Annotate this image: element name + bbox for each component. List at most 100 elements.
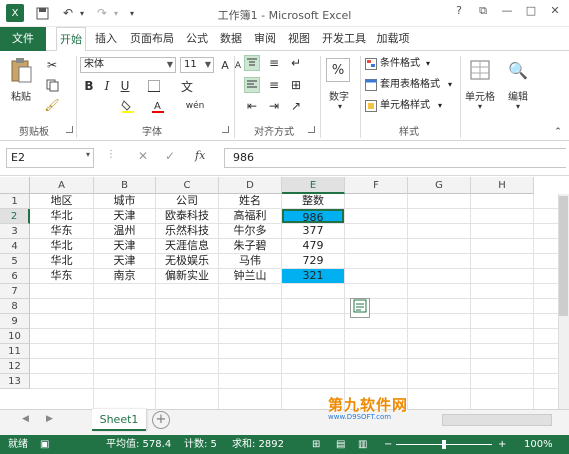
table-cell[interactable]: 牛尔多 xyxy=(219,224,281,238)
increase-indent-icon[interactable]: ⇥ xyxy=(266,98,282,114)
align-left-icon[interactable] xyxy=(244,77,260,93)
merge-cells-icon[interactable]: ⊞ xyxy=(288,77,304,93)
table-cell[interactable]: 无极娱乐 xyxy=(156,254,218,268)
scrollbar-thumb[interactable] xyxy=(559,196,568,316)
header-cell[interactable]: 姓名 xyxy=(219,194,281,208)
bold-icon[interactable]: B xyxy=(82,78,96,94)
increase-font-icon[interactable]: A xyxy=(218,57,232,73)
column-header[interactable]: H xyxy=(471,177,534,194)
row-header[interactable]: 7 xyxy=(0,284,30,299)
row-header[interactable]: 6 xyxy=(0,269,30,284)
sheet-tab[interactable]: Sheet1 xyxy=(92,409,146,431)
page-layout-view-icon[interactable]: ▤ xyxy=(336,435,345,454)
row-header[interactable]: 4 xyxy=(0,239,30,254)
table-cell[interactable]: 乐然科技 xyxy=(156,224,218,238)
table-cell[interactable]: 华东 xyxy=(30,224,93,238)
table-cell[interactable]: 南京 xyxy=(94,269,155,283)
table-cell[interactable]: 朱子碧 xyxy=(219,239,281,253)
close-button[interactable]: ✕ xyxy=(544,4,566,22)
alignment-launcher-icon[interactable] xyxy=(308,126,315,133)
horizontal-scrollbar[interactable] xyxy=(442,414,552,426)
zoom-level[interactable]: 100% xyxy=(524,435,553,454)
conditional-format-button[interactable]: 条件格式 xyxy=(380,57,420,71)
number-cell[interactable]: 321 xyxy=(282,269,344,283)
clipboard-launcher-icon[interactable] xyxy=(66,126,73,133)
tab-data[interactable]: 数据 xyxy=(216,27,246,51)
row-header[interactable]: 8 xyxy=(0,299,30,314)
tab-add-ins[interactable]: 加载项 xyxy=(373,27,413,51)
tab-review[interactable]: 审阅 xyxy=(250,27,280,51)
minimize-button[interactable]: — xyxy=(496,4,518,22)
decrease-indent-icon[interactable]: ⇤ xyxy=(244,98,260,114)
table-cell[interactable]: 欧泰科技 xyxy=(156,209,218,223)
zoom-in-icon[interactable]: + xyxy=(498,435,506,454)
column-header[interactable]: D xyxy=(219,177,282,194)
tab-page-layout[interactable]: 页面布局 xyxy=(126,27,178,51)
chevron-down-icon[interactable]: ▾ xyxy=(474,101,486,111)
table-cell[interactable]: 华北 xyxy=(30,254,93,268)
column-header[interactable]: E xyxy=(282,177,345,194)
align-middle-icon[interactable]: ≡ xyxy=(266,55,282,71)
row-header[interactable]: 13 xyxy=(0,374,30,389)
macro-record-icon[interactable]: ▣ xyxy=(40,435,49,454)
table-cell[interactable]: 华东 xyxy=(30,269,93,283)
row-header[interactable]: 10 xyxy=(0,329,30,344)
cancel-icon[interactable]: ✕ xyxy=(138,149,148,163)
font-name-combo[interactable]: 宋体 ▼ xyxy=(80,57,176,73)
chevron-down-icon[interactable]: ▾ xyxy=(448,78,452,92)
row-header[interactable]: 9 xyxy=(0,314,30,329)
table-cell[interactable]: 天津 xyxy=(94,239,155,253)
table-cell[interactable]: 天津 xyxy=(94,209,155,223)
header-cell[interactable]: 城市 xyxy=(94,194,155,208)
format-painter-icon[interactable]: 🖌 xyxy=(44,97,60,113)
cells-icon[interactable] xyxy=(468,58,492,82)
fill-color-icon[interactable] xyxy=(120,98,136,114)
conditional-format-icon[interactable] xyxy=(364,57,378,71)
row-header[interactable]: 11 xyxy=(0,344,30,359)
column-header[interactable]: B xyxy=(94,177,156,194)
orientation-icon[interactable]: ↗ xyxy=(288,98,304,114)
formula-input[interactable]: 986 xyxy=(224,148,566,168)
normal-view-icon[interactable]: ⊞ xyxy=(312,435,320,454)
row-header[interactable]: 2 xyxy=(0,209,30,224)
italic-icon[interactable]: I xyxy=(100,78,114,94)
number-cell[interactable]: 729 xyxy=(282,254,344,268)
help-button[interactable]: ? xyxy=(448,4,470,22)
align-center-icon[interactable]: ≡ xyxy=(266,77,282,93)
table-cell[interactable]: 华北 xyxy=(30,239,93,253)
enter-icon[interactable]: ✓ xyxy=(165,149,175,163)
name-box[interactable]: E2 xyxy=(6,148,94,168)
header-cell[interactable]: 公司 xyxy=(156,194,218,208)
column-header[interactable]: F xyxy=(345,177,408,194)
row-header[interactable]: 12 xyxy=(0,359,30,374)
paste-icon[interactable] xyxy=(8,56,34,84)
table-format-button[interactable]: 套用表格格式 xyxy=(380,78,440,92)
number-cell[interactable]: 377 xyxy=(282,224,344,238)
table-cell[interactable]: 高福利 xyxy=(219,209,281,223)
column-header[interactable]: G xyxy=(408,177,471,194)
chevron-down-icon[interactable]: ▾ xyxy=(426,57,430,71)
underline-icon[interactable]: U xyxy=(118,78,132,94)
row-header[interactable]: 1 xyxy=(0,194,30,209)
quick-analysis-icon[interactable] xyxy=(350,298,370,318)
phonetic-icon[interactable]: wén xyxy=(186,98,205,114)
font-size-combo[interactable]: 11 ▼ xyxy=(180,57,214,73)
chevron-down-icon[interactable]: ▾ xyxy=(512,101,524,111)
chevron-down-icon[interactable]: ▾ xyxy=(86,150,90,159)
row-header[interactable]: 3 xyxy=(0,224,30,239)
chevron-down-icon[interactable]: ▾ xyxy=(334,101,346,111)
font-launcher-icon[interactable] xyxy=(222,126,229,133)
tab-home[interactable]: 开始 xyxy=(56,27,86,52)
zoom-slider-thumb[interactable] xyxy=(442,440,446,449)
font-color-icon[interactable]: A xyxy=(150,98,166,114)
row-header[interactable]: 5 xyxy=(0,254,30,269)
scroll-left-icon[interactable]: ◀ xyxy=(22,414,29,424)
collapse-ribbon-icon[interactable]: ⌃ xyxy=(552,126,564,138)
tab-view[interactable]: 视图 xyxy=(284,27,314,51)
select-all-corner[interactable] xyxy=(0,177,30,194)
find-icon[interactable]: 🔍 xyxy=(506,58,530,82)
page-break-view-icon[interactable]: ▥ xyxy=(358,435,367,454)
active-cell[interactable]: 986 xyxy=(282,209,344,223)
table-cell[interactable]: 天涯信息 xyxy=(156,239,218,253)
tab-developer[interactable]: 开发工具 xyxy=(318,27,370,51)
